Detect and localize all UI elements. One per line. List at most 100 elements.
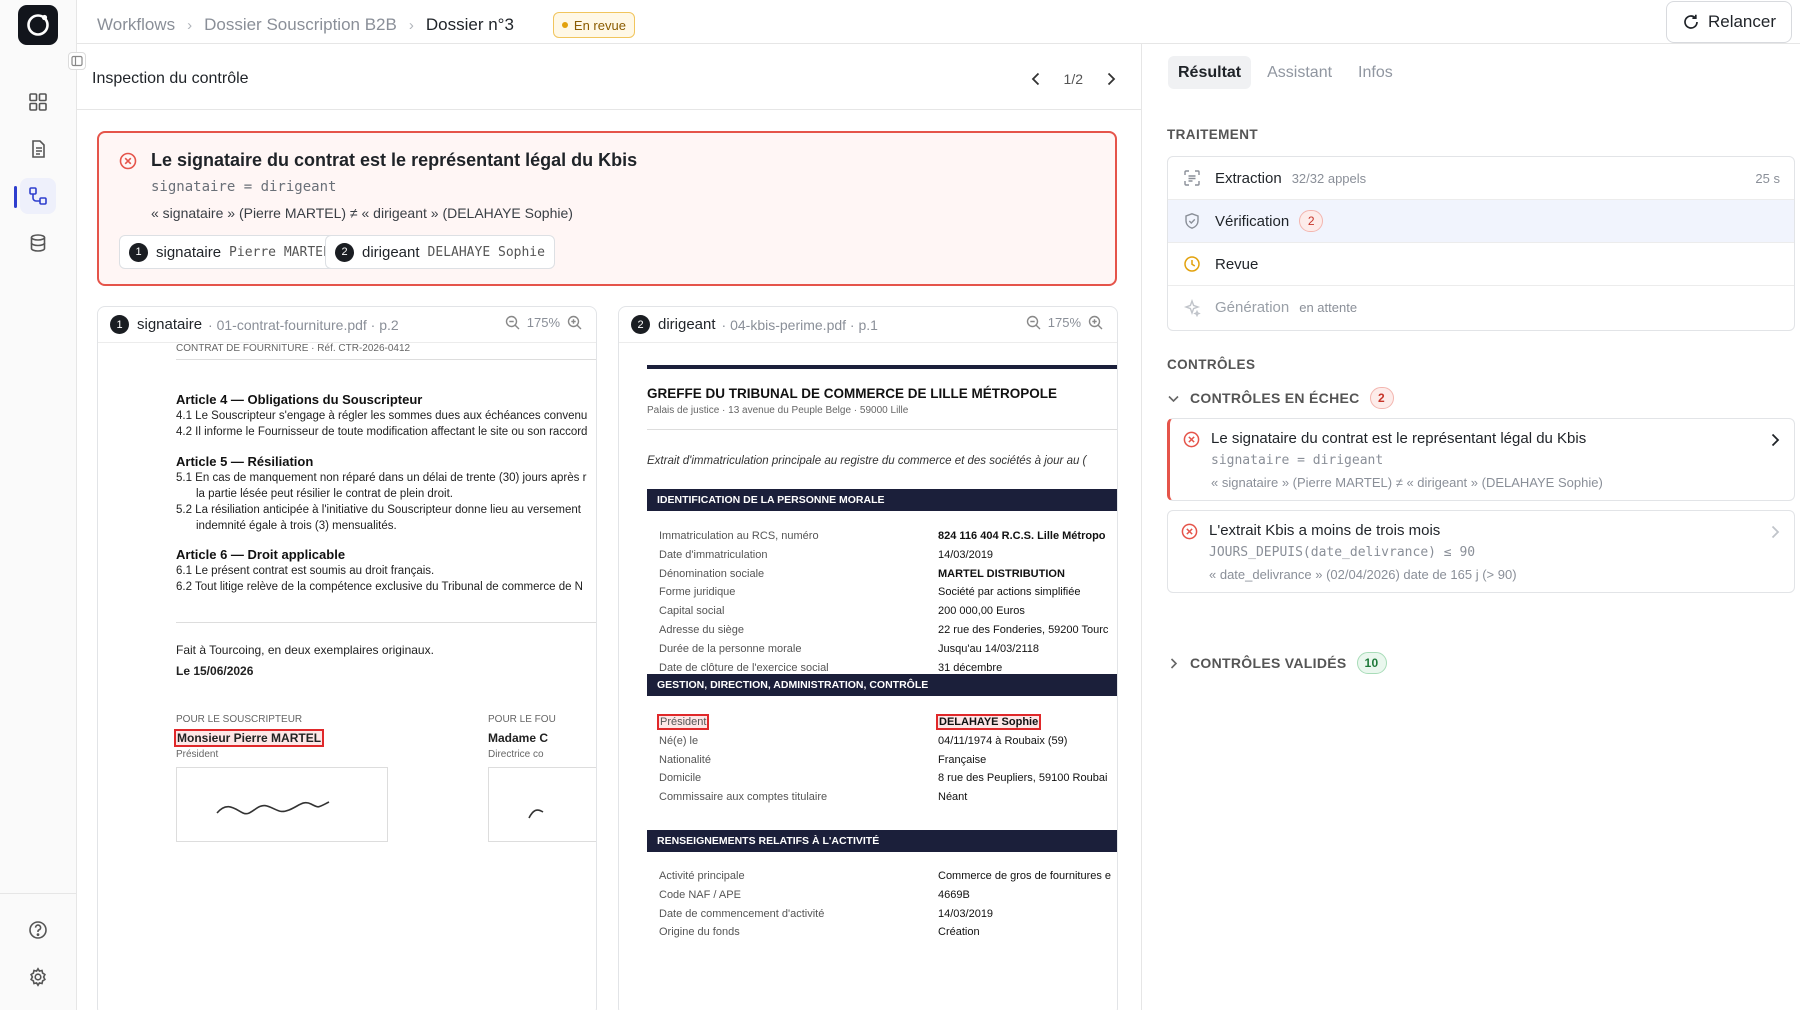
tab-infos[interactable]: Infos <box>1348 56 1403 89</box>
validated-group-count: 10 <box>1356 652 1387 674</box>
step-name: Extraction <box>1215 169 1282 187</box>
collapse-sidebar-button[interactable] <box>68 52 86 70</box>
kbis-field-label-text: Date de clôture de l'exercice social <box>659 661 829 674</box>
database-nav-button[interactable] <box>20 225 56 261</box>
breadcrumb-workflows[interactable]: Workflows <box>97 15 175 35</box>
settings-nav-button[interactable] <box>20 959 56 995</box>
kbis-field-value: Société par actions simplifiée <box>938 586 1080 598</box>
chevron-right-icon: › <box>187 16 193 34</box>
error-circle-icon <box>1183 431 1200 448</box>
doc-field: dirigeant <box>658 316 716 333</box>
kbis-field-value: 14/03/2019 <box>938 908 993 920</box>
kbis-field-label-text: Code NAF / APE <box>659 888 741 901</box>
kbis-field-value-text: MARTEL DISTRIBUTION <box>938 567 1065 580</box>
article-heading: Article 6 — Droit applicable <box>176 547 346 562</box>
zoom-controls: 175% <box>505 315 582 330</box>
kbis-field-value: 4669B <box>938 889 970 901</box>
document-viewer-header: 2 dirigeant · 04-kbis-perime.pdf · p.1 1… <box>619 307 1117 343</box>
step-error-count: 2 <box>1299 210 1324 232</box>
gear-icon <box>30 967 46 987</box>
control-expression: JOURS_DEPUIS(date_delivrance) ≤ 90 <box>1209 545 1476 560</box>
inspection-title: Inspection du contrôle <box>92 70 249 87</box>
signature-box <box>488 767 596 842</box>
sparkle-icon <box>1183 298 1203 317</box>
kbis-field-value-text: 8 rue des Peupliers, 59100 Roubai <box>938 772 1108 785</box>
highlighted-dirigeant[interactable]: DELAHAYE Sophie <box>935 714 1042 730</box>
failed-controls-toggle[interactable]: CONTRÔLES EN ÉCHEC 2 <box>1167 387 1394 409</box>
failed-control-card[interactable]: L'extrait Kbis a moins de trois mois JOU… <box>1167 510 1795 593</box>
document-icon <box>32 140 45 158</box>
step-extraction[interactable]: Extraction 32/32 appels 25 s <box>1168 157 1794 200</box>
failed-control-card[interactable]: Le signataire du contrat est le représen… <box>1167 418 1795 501</box>
zoom-out-icon[interactable] <box>1026 315 1041 330</box>
dashboard-nav-button[interactable] <box>20 84 56 120</box>
logo-icon <box>27 14 49 36</box>
control-title: L'extrait Kbis a moins de trois mois <box>1209 522 1441 539</box>
kbis-field-label: Commissaire aux comptes titulaire <box>659 791 827 803</box>
validated-controls-toggle[interactable]: CONTRÔLES VALIDÉS 10 <box>1167 652 1387 674</box>
breadcrumb-dossier-souscription[interactable]: Dossier Souscription B2B <box>204 15 397 35</box>
document-viewer-contrat: 1 signataire · 01-contrat-fourniture.pdf… <box>97 306 597 1010</box>
signatory-party: POUR LE SOUSCRIPTEUR <box>176 714 303 725</box>
chip-dirigeant[interactable]: 2 dirigeant DELAHAYE Sophie <box>325 235 555 269</box>
kbis-field-label: Origine du fonds <box>659 926 740 938</box>
kbis-field-value-text: Jusqu'au 14/03/2118 <box>938 642 1039 655</box>
kbis-field-label: Né(e) le <box>659 735 698 747</box>
zoom-controls: 175% <box>1026 315 1103 330</box>
step-sub: en attente <box>1299 300 1358 315</box>
kbis-field-value-text: 824 116 404 R.C.S. Lille Métropo <box>938 530 1106 542</box>
kbis-field-label: Capital social <box>659 605 724 617</box>
kbis-field-label-text: Né(e) le <box>659 734 699 747</box>
kbis-field-label: Code NAF / APE <box>659 889 741 901</box>
workflows-nav-button[interactable] <box>20 178 56 214</box>
chevron-right-icon: › <box>408 16 414 34</box>
zoom-level: 175% <box>1047 315 1081 330</box>
failed-control-expression: signataire = dirigeant <box>151 179 337 195</box>
status-dot-icon <box>561 22 568 28</box>
next-button[interactable] <box>1097 66 1125 92</box>
chip-signataire[interactable]: 1 signataire Pierre MARTEL <box>119 235 341 269</box>
failed-control-title: Le signataire du contrat est le représen… <box>151 150 638 170</box>
signatory-party: POUR LE FOU <box>488 714 556 725</box>
kbis-section-bar: RENSEIGNEMENTS RELATIFS À L'ACTIVITÉ <box>647 830 1117 852</box>
sidebar-toggle-icon <box>71 55 83 67</box>
kbis-field-label-text: Nationalité <box>659 753 711 766</box>
failed-control-detail: « signataire » (Pierre MARTEL) ≠ « dirig… <box>151 205 573 221</box>
database-icon <box>30 234 46 252</box>
kbis-section-bar: GESTION, DIRECTION, ADMINISTRATION, CONT… <box>647 674 1117 696</box>
help-nav-button[interactable] <box>20 912 56 948</box>
kbis-field-label-text: Date d'immatriculation <box>659 548 768 561</box>
relancer-button[interactable]: Relancer <box>1666 1 1792 43</box>
highlighted-label[interactable]: Président <box>656 714 710 730</box>
article-heading: Article 4 — Obligations du Souscripteur <box>176 392 423 407</box>
zoom-in-icon[interactable] <box>567 315 582 330</box>
chip-value: Pierre MARTEL <box>229 244 331 260</box>
inspection-panel: Inspection du contrôle 1/2 Le signataire… <box>77 44 1142 1010</box>
kbis-field-value-text: 31 décembre <box>938 661 1003 674</box>
signatory-name: Madame C <box>488 731 549 745</box>
doc-filename: · 04-kbis-perime.pdf · p.1 <box>721 316 878 333</box>
kbis-title: GREFFE DU TRIBUNAL DE COMMERCE DE LILLE … <box>647 386 1058 401</box>
zoom-out-icon[interactable] <box>505 315 520 330</box>
kbis-field-label: Date de clôture de l'exercice social <box>659 662 829 674</box>
kbis-field-label: Immatriculation au RCS, numéro <box>659 530 819 542</box>
tab-resultat[interactable]: Résultat <box>1168 56 1252 89</box>
clock-icon <box>1183 255 1203 273</box>
documents-nav-button[interactable] <box>20 131 56 167</box>
highlighted-signataire[interactable]: Monsieur Pierre MARTEL <box>173 729 325 747</box>
refresh-icon <box>1684 14 1698 29</box>
step-generation[interactable]: Génération en attente <box>1168 286 1794 329</box>
kbis-field-value-text: 4669B <box>938 888 970 901</box>
app-logo[interactable] <box>18 5 58 45</box>
zoom-in-icon[interactable] <box>1088 315 1103 330</box>
article-text: 5.1 En cas de manquement non réparé dans… <box>176 472 587 484</box>
tab-assistant[interactable]: Assistant <box>1257 56 1342 89</box>
article-text: 5.2 La résiliation anticipée à l'initiat… <box>176 504 581 516</box>
breadcrumb-current: Dossier n°3 <box>425 15 514 34</box>
step-revue[interactable]: Revue <box>1168 243 1794 286</box>
step-verification[interactable]: Vérification 2 <box>1168 200 1794 243</box>
signature-place: Fait à Tourcoing, en deux exemplaires or… <box>176 643 434 657</box>
kbis-field-label-text: Domicile <box>659 772 702 785</box>
signatory-role: Président <box>176 749 219 760</box>
previous-button[interactable] <box>1022 66 1050 92</box>
